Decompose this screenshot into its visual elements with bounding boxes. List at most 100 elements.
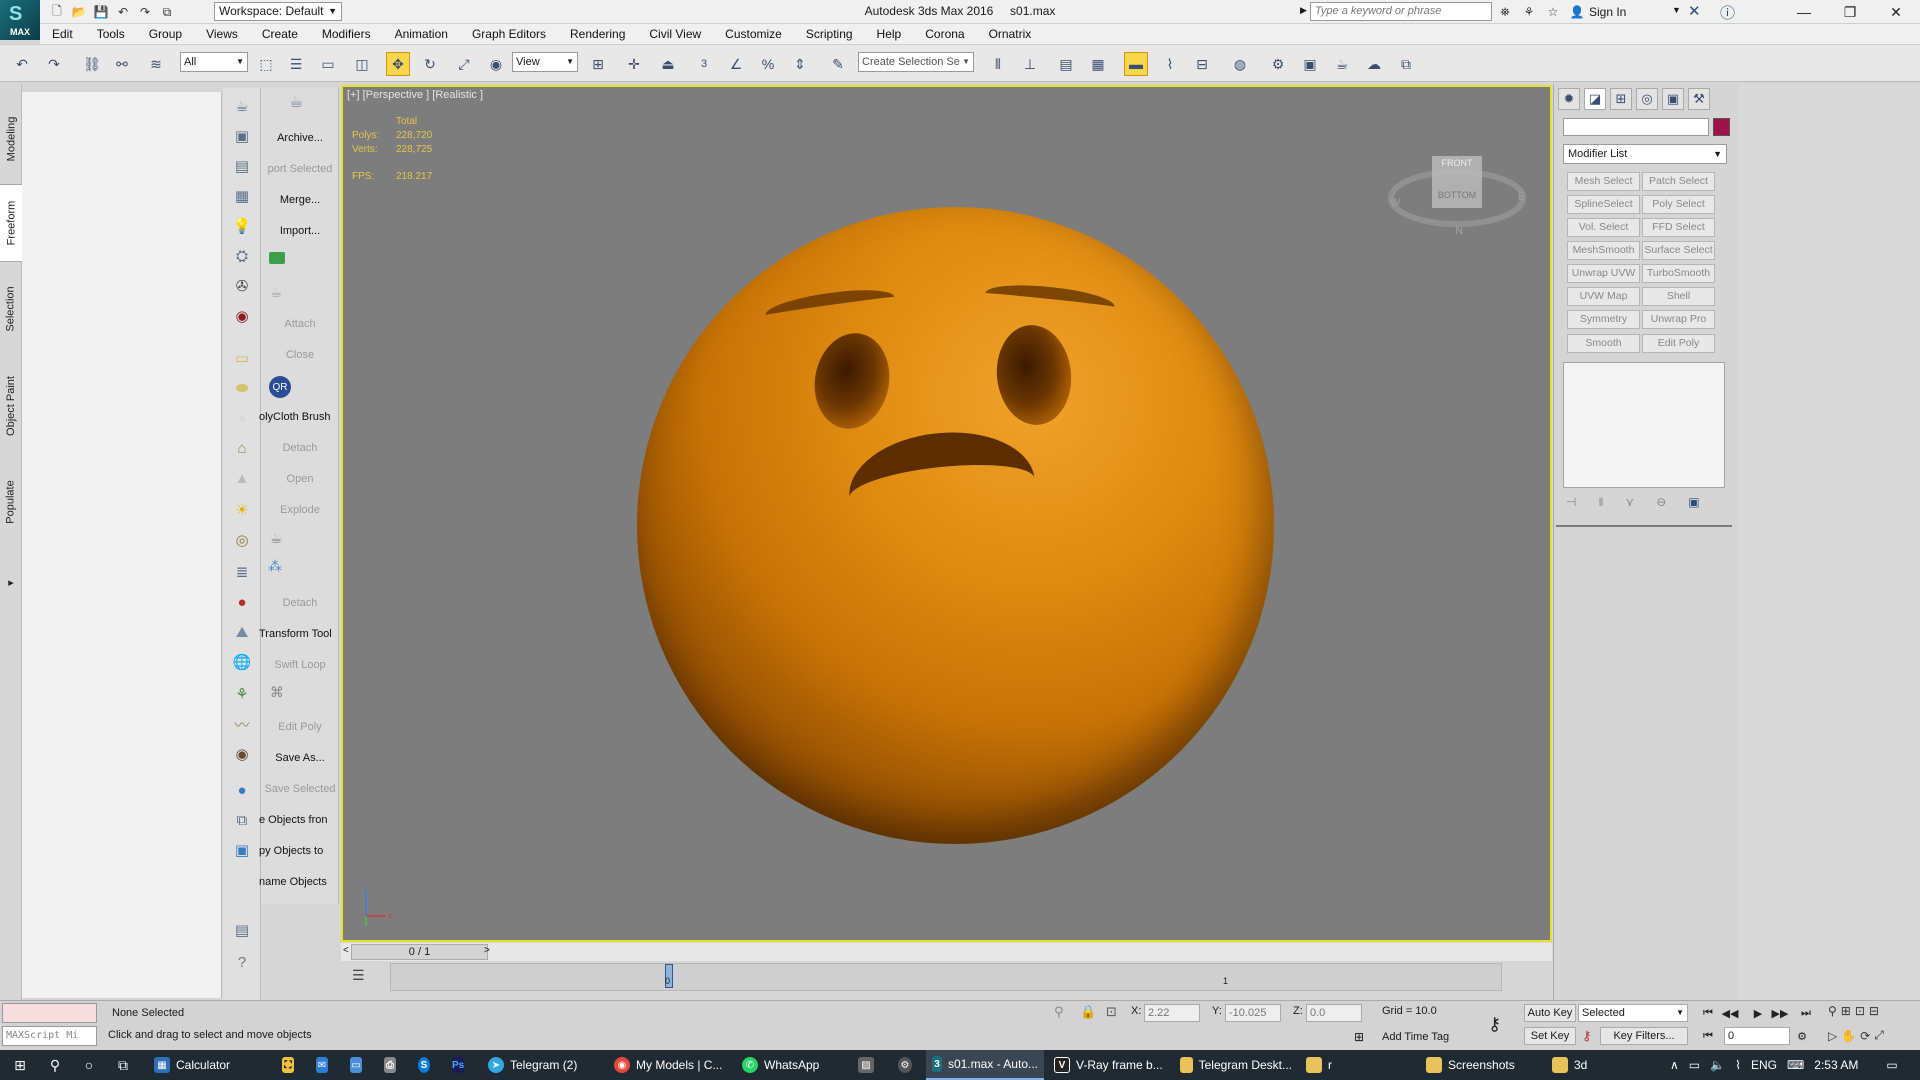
menu-civil-view[interactable]: Civil View — [637, 24, 713, 44]
render-iterative-icon[interactable]: ☁ — [1362, 52, 1386, 76]
grid-table-icon[interactable]: ▦ — [230, 184, 254, 208]
viewcube[interactable]: FRONT BOTTOM W E N — [1384, 146, 1530, 236]
cortana-icon[interactable]: ○ — [74, 1050, 104, 1080]
time-slider[interactable] — [341, 943, 1552, 961]
orbit-icon[interactable]: ⟳ — [1860, 1029, 1870, 1043]
hair-icon[interactable]: 〰 — [230, 712, 254, 736]
help-circle-icon[interactable]: ? — [230, 950, 254, 974]
absolute-mode-icon[interactable]: ⊡ — [1106, 1004, 1117, 1020]
ribbon-options-icon[interactable]: ▸ — [0, 570, 22, 594]
reference-coordinate-dropdown[interactable]: View ▼ — [512, 52, 578, 72]
taskbar-chrome[interactable]: ◉ My Models | C... — [608, 1050, 732, 1080]
taskbar-folder-telegram[interactable]: Telegram Deskt... — [1174, 1050, 1298, 1080]
clock[interactable]: 2:53 AM — [1814, 1058, 1858, 1072]
teapot-icon[interactable]: ☕ — [230, 94, 254, 118]
modifier-list-dropdown[interactable]: Modifier List ▼ — [1563, 144, 1727, 164]
taskbar-folder-3d[interactable]: 3d — [1546, 1050, 1664, 1080]
time-slider-next-icon[interactable]: > — [484, 945, 490, 956]
sign-in-link[interactable]: Sign In — [1589, 5, 1626, 19]
percent-snap-icon[interactable]: % — [756, 52, 780, 76]
sign-in-dropdown-icon[interactable]: ▼ — [1672, 5, 1681, 15]
taskbar-3dsmax[interactable]: 3 s01.max - Auto... — [926, 1050, 1044, 1080]
taskbar-skype[interactable]: S — [412, 1050, 442, 1080]
camera-rig-icon[interactable]: ⛭ — [230, 244, 254, 268]
menu-scripting[interactable]: Scripting — [794, 24, 865, 44]
rectangular-selection-icon[interactable]: ▭ — [316, 52, 340, 76]
cone-object-icon[interactable]: ▲ — [230, 466, 254, 490]
rendered-frame-window-icon[interactable]: ▣ — [1298, 52, 1322, 76]
restore-button[interactable]: ❐ — [1827, 0, 1873, 24]
mesh-select-button[interactable]: Mesh Select — [1567, 172, 1640, 191]
save-selected-button[interactable]: Save Selected — [261, 783, 339, 795]
environment-sphere-icon[interactable]: ◎ — [230, 528, 254, 552]
keyboard-shortcut-icon[interactable]: ⏏ — [656, 52, 680, 76]
pivot-center-icon[interactable]: ⊞ — [586, 52, 610, 76]
go-to-start-icon[interactable]: ⏮ — [1698, 1004, 1718, 1022]
search-expand-icon[interactable]: ▶ — [1300, 5, 1307, 16]
symmetry-button[interactable]: Symmetry — [1567, 310, 1640, 329]
menu-graph-editors[interactable]: Graph Editors — [460, 24, 558, 44]
spinner-snap-icon[interactable]: ⇕ — [788, 52, 812, 76]
blue-sphere-icon[interactable]: ● — [230, 778, 254, 802]
menu-views[interactable]: Views — [194, 24, 250, 44]
previous-frame-icon[interactable]: ◀◀ — [1720, 1004, 1740, 1022]
tab-object-paint[interactable]: Object Paint — [0, 356, 22, 456]
archive-button[interactable]: Archive... — [261, 132, 339, 144]
minimize-button[interactable]: — — [1781, 0, 1827, 24]
time-slider-prev-icon[interactable]: < — [343, 945, 349, 956]
remove-modifier-icon[interactable]: ⊖ — [1656, 495, 1666, 509]
sculpt-icon[interactable]: ◉ — [230, 742, 254, 766]
workspace-dropdown[interactable]: Workspace: Default ▼ — [214, 2, 342, 21]
language-indicator[interactable]: ENG — [1751, 1058, 1777, 1072]
taskbar-telegram[interactable]: ➤ Telegram (2) — [482, 1050, 604, 1080]
taskbar-app-settings[interactable]: ⚙ — [892, 1050, 924, 1080]
app-logo[interactable]: S MAX — [0, 0, 40, 40]
explode-button[interactable]: Explode — [261, 504, 339, 516]
snaps-toggle-icon[interactable]: 3 — [692, 52, 716, 76]
hierarchy-tab-icon[interactable]: ⊞ — [1610, 88, 1632, 110]
copy-objects-to-button[interactable]: py Objects to — [259, 845, 337, 857]
menu-ornatrix[interactable]: Ornatrix — [977, 24, 1044, 44]
select-move-icon[interactable]: ✥ — [386, 52, 410, 76]
tray-expand-icon[interactable]: ∧ — [1670, 1058, 1679, 1072]
search-input[interactable]: Type a keyword or phrase — [1310, 2, 1492, 21]
merge-button[interactable]: Merge... — [261, 194, 339, 206]
wifi-icon[interactable]: ⌇ — [1735, 1058, 1741, 1072]
spline-select-button[interactable]: SplineSelect — [1567, 195, 1640, 214]
default-in-out-key-icon[interactable]: ⚷ — [1488, 1014, 1501, 1035]
menu-create[interactable]: Create — [250, 24, 310, 44]
render-camera-icon[interactable]: ◉ — [230, 304, 254, 328]
plane-object-icon[interactable]: ▭ — [230, 346, 254, 370]
menu-edit[interactable]: Edit — [40, 24, 85, 44]
menu-help[interactable]: Help — [865, 24, 914, 44]
render-production-icon[interactable]: ☕ — [1330, 52, 1354, 76]
menu-animation[interactable]: Animation — [383, 24, 460, 44]
field-of-view-icon[interactable]: ▷ — [1828, 1029, 1837, 1043]
scene-explorer-icon[interactable]: ▤ — [1054, 52, 1078, 76]
tab-populate[interactable]: Populate — [0, 462, 22, 542]
material-editor-icon[interactable]: ◍ — [1228, 52, 1252, 76]
edit-named-selections-icon[interactable]: ✎ — [826, 52, 850, 76]
key-filters-button[interactable]: Key Filters... — [1600, 1027, 1688, 1045]
taskbar-photoshop[interactable]: Ps — [446, 1050, 476, 1080]
poly-select-button[interactable]: Poly Select — [1642, 195, 1715, 214]
set-key-button[interactable]: Set Key — [1524, 1027, 1576, 1045]
modifier-stack[interactable] — [1563, 362, 1725, 488]
undo-icon[interactable]: ↶ — [10, 52, 34, 76]
time-configuration-icon[interactable]: ⚙ — [1792, 1027, 1812, 1045]
key-mode-dropdown[interactable]: Selected ▼ — [1578, 1004, 1688, 1022]
make-unique-icon[interactable]: ⋎ — [1625, 495, 1634, 509]
layer-manager-icon[interactable]: ▦ — [1086, 52, 1110, 76]
select-object-icon[interactable]: ⬚ — [254, 52, 278, 76]
ffd-select-button[interactable]: FFD Select — [1642, 218, 1715, 237]
vol-select-button[interactable]: Vol. Select — [1567, 218, 1640, 237]
ribbon-toggle-icon[interactable]: ▬ — [1124, 52, 1148, 76]
grass-icon[interactable]: ⚘ — [230, 682, 254, 706]
tab-freeform[interactable]: Freeform — [0, 184, 22, 262]
layers-icon[interactable]: ≣ — [230, 560, 254, 584]
tab-selection[interactable]: Selection — [0, 270, 22, 348]
favorites-star-icon[interactable]: ☆ — [1544, 3, 1562, 21]
trackbar[interactable]: 0 1 — [390, 963, 1502, 991]
render-setup-icon[interactable]: ⚙ — [1266, 52, 1290, 76]
binoculars-icon[interactable]: ⛯ — [1496, 3, 1514, 21]
